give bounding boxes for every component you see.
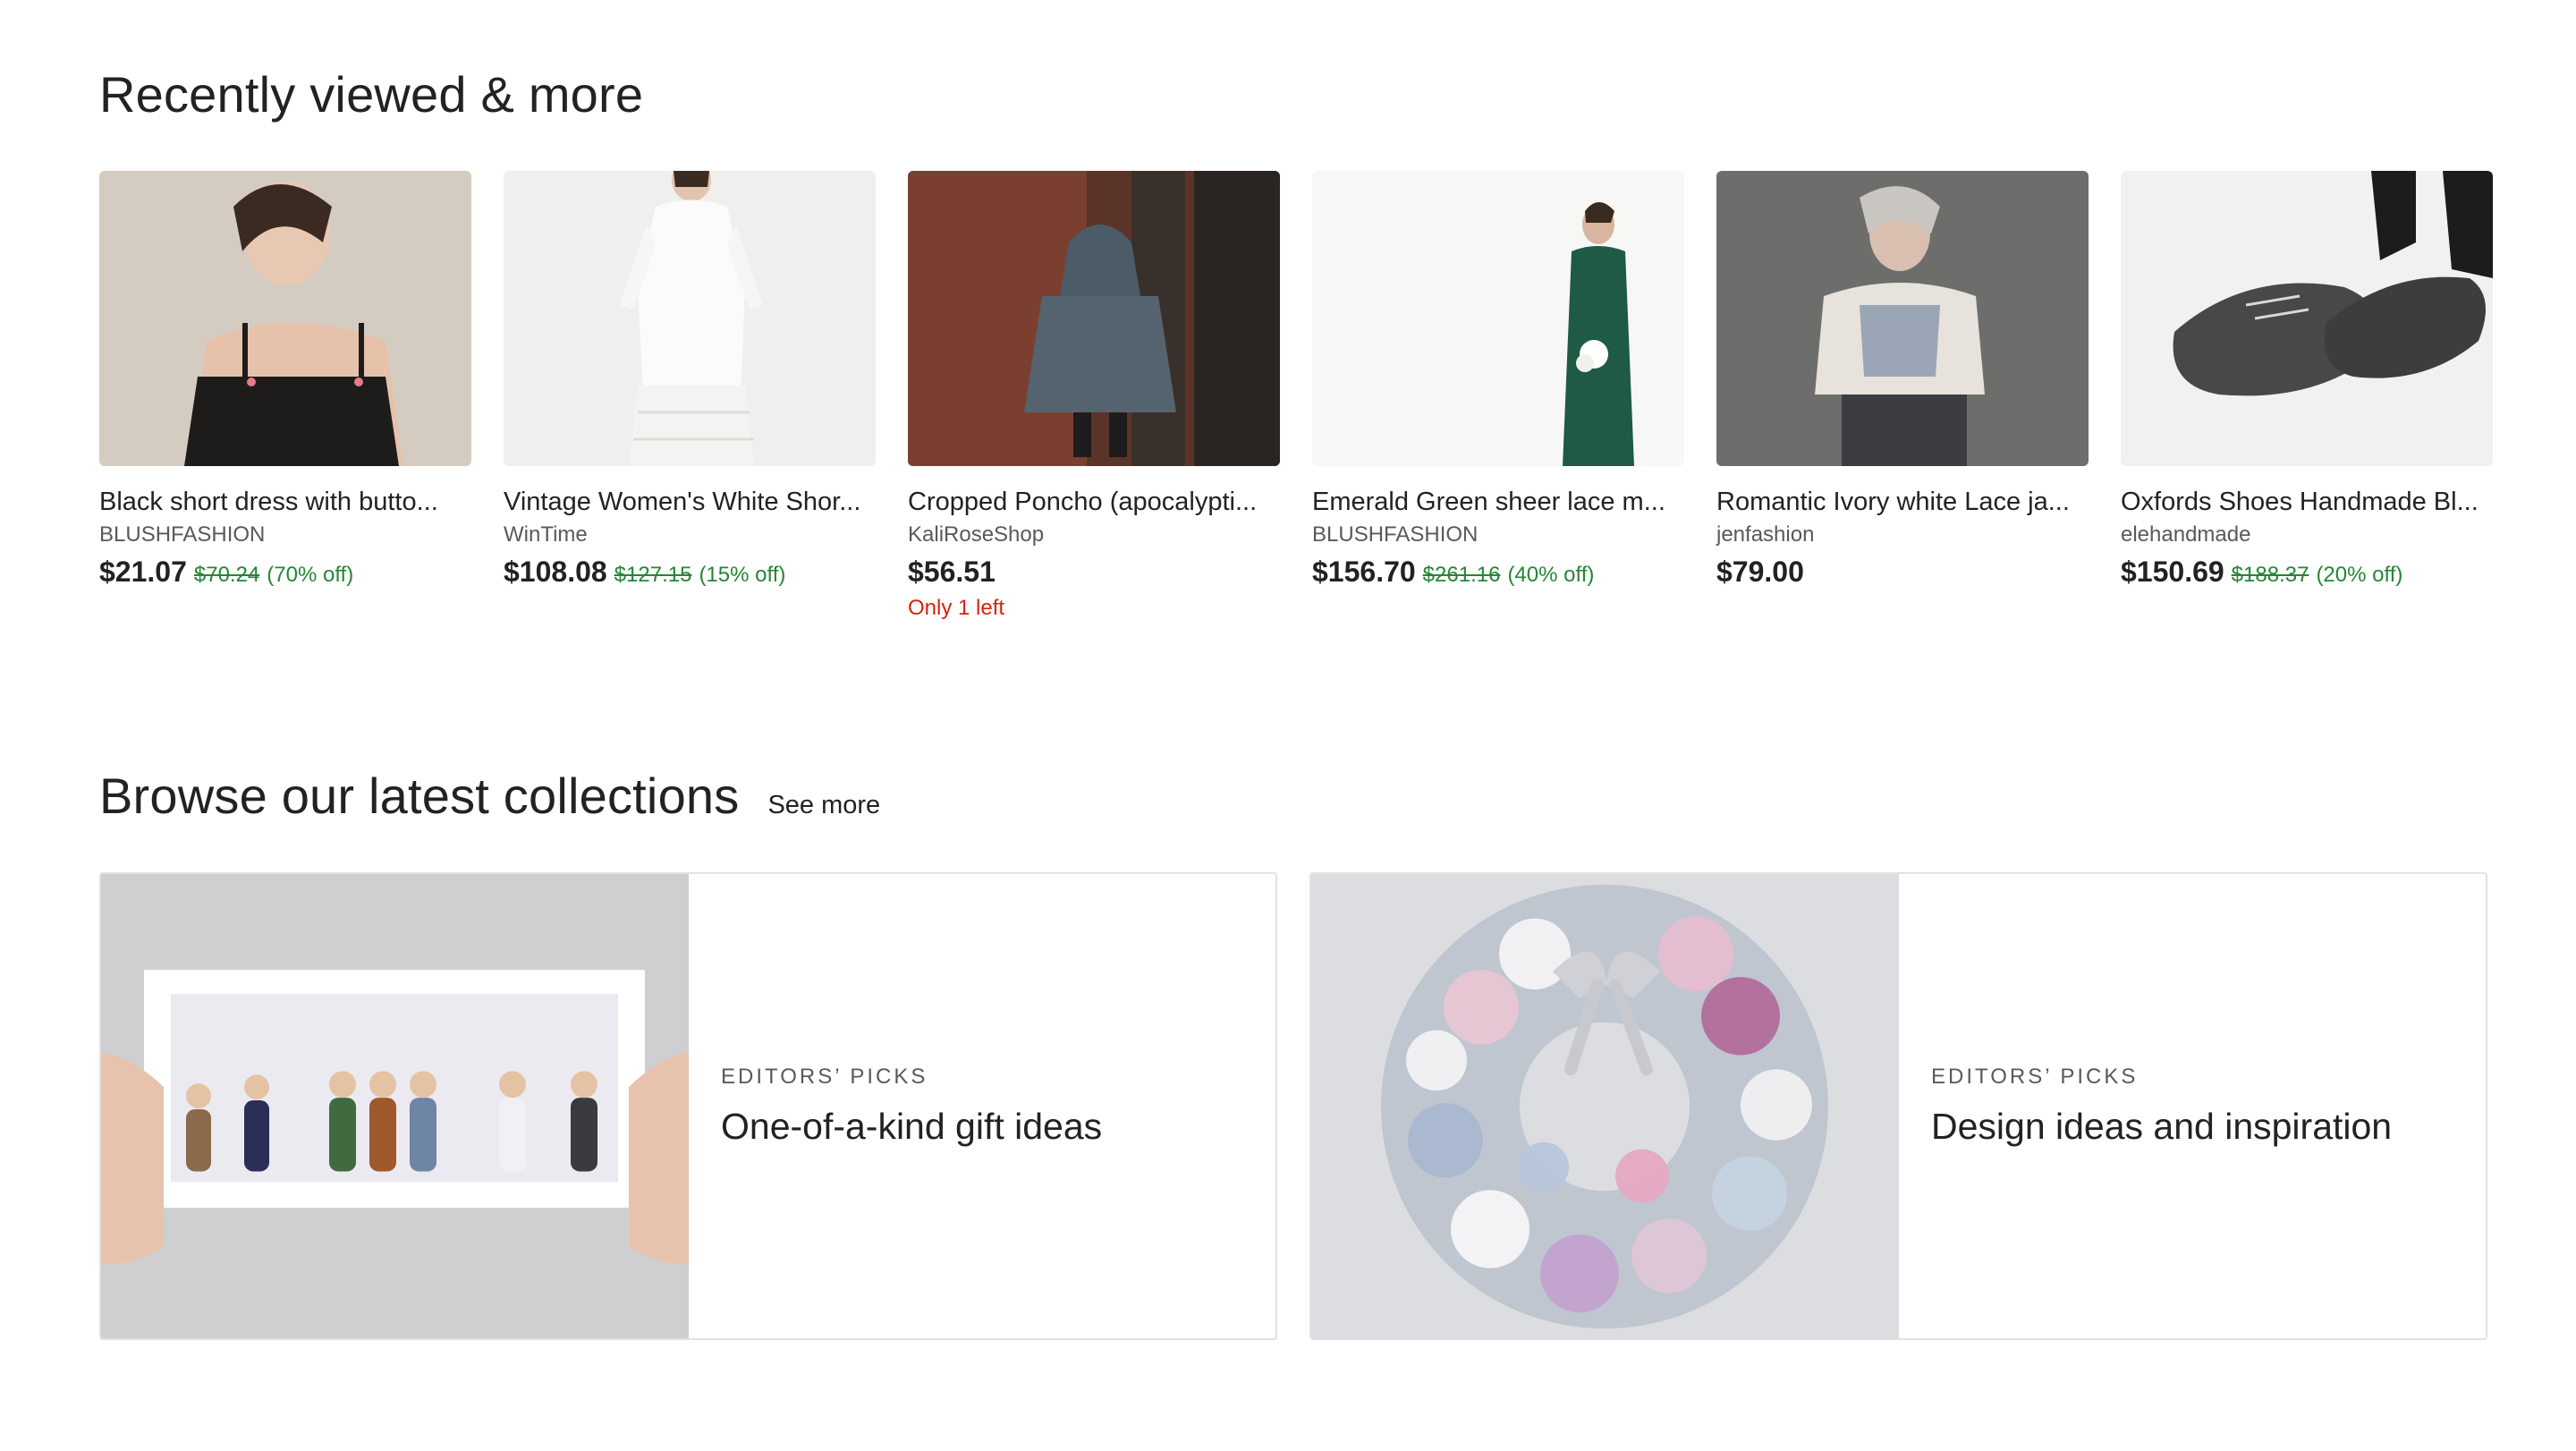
collection-image-peg-dolls xyxy=(101,874,689,1338)
price: $156.70 xyxy=(1312,556,1416,588)
listing-title[interactable]: Black short dress with butto... xyxy=(99,486,471,518)
shop-name: BLUSHFASHION xyxy=(1312,522,1479,547)
original-price: $261.16 xyxy=(1422,563,1501,587)
shop-name: elehandmade xyxy=(2121,522,2251,547)
price-row: $108.08 $127.15 (15% off) xyxy=(504,556,876,589)
collection-image-wreath xyxy=(1311,874,1899,1338)
collection-eyebrow: Editors’ Picks xyxy=(1931,1065,2139,1089)
collection-eyebrow: Editors’ Picks xyxy=(721,1065,928,1089)
collection-title[interactable]: Design ideas and inspiration xyxy=(1931,1106,2392,1148)
listing-card[interactable]: Romantic Ivory white Lace ja... jenfashi… xyxy=(1716,171,2089,621)
price-row: $156.70 $261.16 (40% off) xyxy=(1312,556,1684,589)
collection-card-gift-ideas[interactable]: Editors’ Picks One-of-a-kind gift ideas xyxy=(99,872,1277,1340)
price-row: $79.00 xyxy=(1716,556,2089,589)
listing-title[interactable]: Vintage Women's White Shor... xyxy=(504,486,876,518)
original-price: $127.15 xyxy=(614,563,692,587)
original-price: $70.24 xyxy=(193,563,260,587)
listing-image-oxford-shoes[interactable] xyxy=(2121,171,2493,466)
listing-image-black-dress[interactable] xyxy=(99,171,471,466)
listing-image-lace-jacket[interactable] xyxy=(1716,171,2089,466)
listing-card[interactable]: Vintage Women's White Shor... WinTime $1… xyxy=(504,171,876,621)
shop-name: KaliRoseShop xyxy=(908,522,1045,547)
price-row: $150.69 $188.37 (20% off) xyxy=(2121,556,2493,589)
shop-name: WinTime xyxy=(504,522,588,547)
listing-title[interactable]: Oxfords Shoes Handmade Bl... xyxy=(2121,486,2493,518)
price: $56.51 xyxy=(908,556,996,588)
listing-title[interactable]: Emerald Green sheer lace m... xyxy=(1312,486,1684,518)
listing-image-white-dress[interactable] xyxy=(504,171,876,466)
collection-text: Editors’ Picks One-of-a-kind gift ideas xyxy=(689,874,1102,1338)
price: $79.00 xyxy=(1716,556,1804,588)
price: $21.07 xyxy=(99,556,187,588)
listing-title[interactable]: Romantic Ivory white Lace ja... xyxy=(1716,486,2089,518)
discount: (20% off) xyxy=(2316,563,2403,587)
price: $108.08 xyxy=(504,556,607,588)
listing-card[interactable]: Oxfords Shoes Handmade Bl... elehandmade… xyxy=(2121,171,2493,621)
price: $150.69 xyxy=(2121,556,2224,588)
discount: (40% off) xyxy=(1507,563,1595,587)
listing-title[interactable]: Cropped Poncho (apocalypti... xyxy=(908,486,1280,518)
recently-viewed-list: Black short dress with butto... BLUSHFAS… xyxy=(99,171,2493,621)
collection-title[interactable]: One-of-a-kind gift ideas xyxy=(721,1106,1102,1148)
price-row: $56.51 xyxy=(908,556,1280,589)
original-price: $188.37 xyxy=(2231,563,2309,587)
listing-card[interactable]: Black short dress with butto... BLUSHFAS… xyxy=(99,171,471,621)
collections-header: Browse our latest collections See more xyxy=(99,771,880,821)
collection-card-design-ideas[interactable]: Editors’ Picks Design ideas and inspirat… xyxy=(1309,872,2487,1340)
discount: (70% off) xyxy=(267,563,354,587)
listing-image-poncho[interactable] xyxy=(908,171,1280,466)
recently-viewed-heading: Recently viewed & more xyxy=(99,66,644,123)
price-row: $21.07 $70.24 (70% off) xyxy=(99,556,471,589)
collections-list: Editors’ Picks One-of-a-kind gift ideas xyxy=(99,872,2491,1340)
listing-card[interactable]: Cropped Poncho (apocalypti... KaliRoseSh… xyxy=(908,171,1280,621)
listing-image-green-dress[interactable] xyxy=(1312,171,1684,466)
shop-name: BLUSHFASHION xyxy=(99,522,266,547)
stock-note: Only 1 left xyxy=(908,596,1005,620)
listing-card[interactable]: Emerald Green sheer lace m... BLUSHFASHI… xyxy=(1312,171,1684,621)
collections-heading: Browse our latest collections xyxy=(99,768,740,824)
discount: (15% off) xyxy=(699,563,786,587)
see-more-link[interactable]: See more xyxy=(767,791,880,820)
collection-text: Editors’ Picks Design ideas and inspirat… xyxy=(1899,874,2392,1338)
shop-name: jenfashion xyxy=(1716,522,1815,547)
